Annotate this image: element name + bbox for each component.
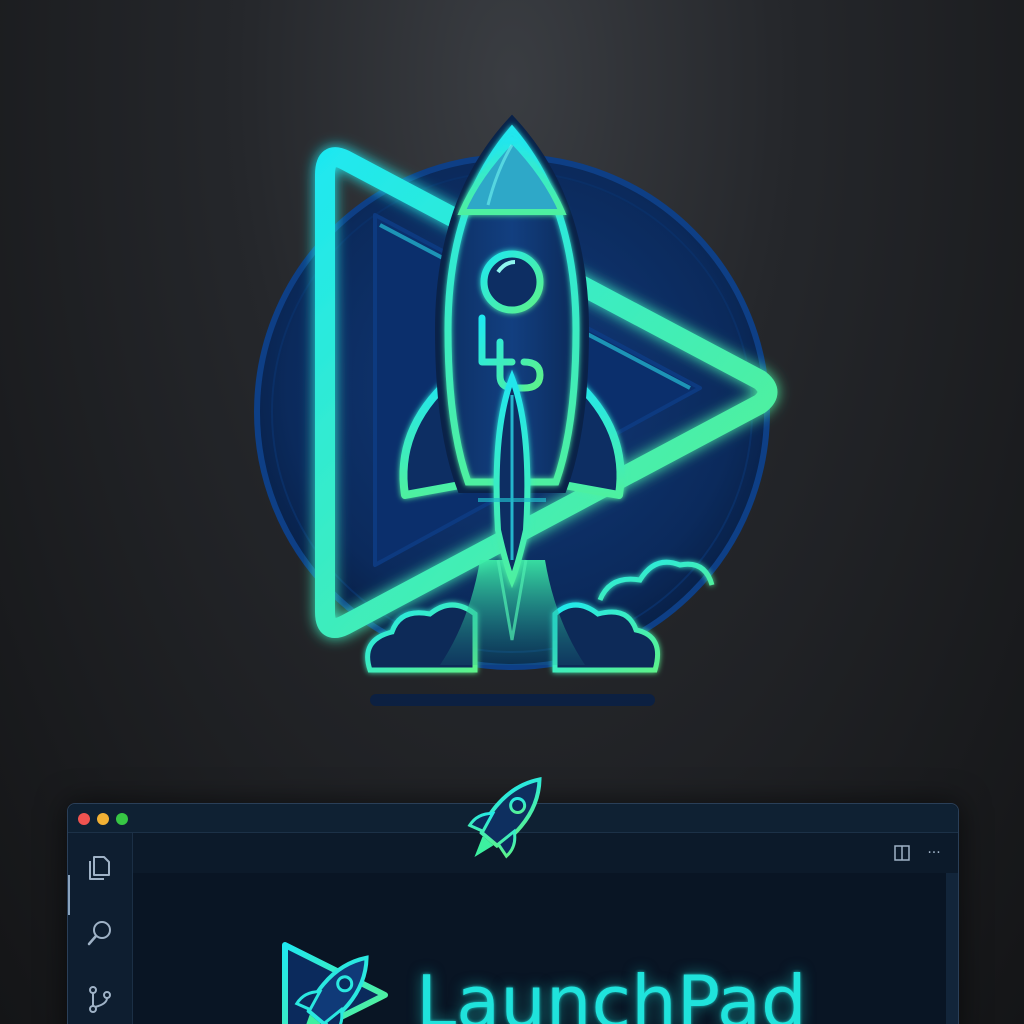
more-actions-icon[interactable]: ···	[924, 843, 944, 863]
rocket-badge-icon	[467, 777, 542, 859]
launchpad-logo	[254, 114, 778, 706]
zoom-window-button[interactable]	[116, 813, 128, 825]
split-editor-icon[interactable]	[892, 843, 912, 863]
source-control-icon[interactable]	[84, 983, 116, 1015]
brand-title: LaunchPad	[416, 960, 807, 1024]
activity-bar	[68, 833, 133, 1024]
search-icon[interactable]	[84, 917, 116, 949]
editor-scrollbar[interactable]	[946, 873, 958, 1024]
launchpad-small-logo	[282, 942, 388, 1024]
explorer-icon[interactable]	[84, 851, 116, 883]
minimize-window-button[interactable]	[97, 813, 109, 825]
editor-area[interactable]: LaunchPad	[133, 873, 946, 1024]
active-view-indicator	[68, 875, 70, 915]
close-window-button[interactable]	[78, 813, 90, 825]
